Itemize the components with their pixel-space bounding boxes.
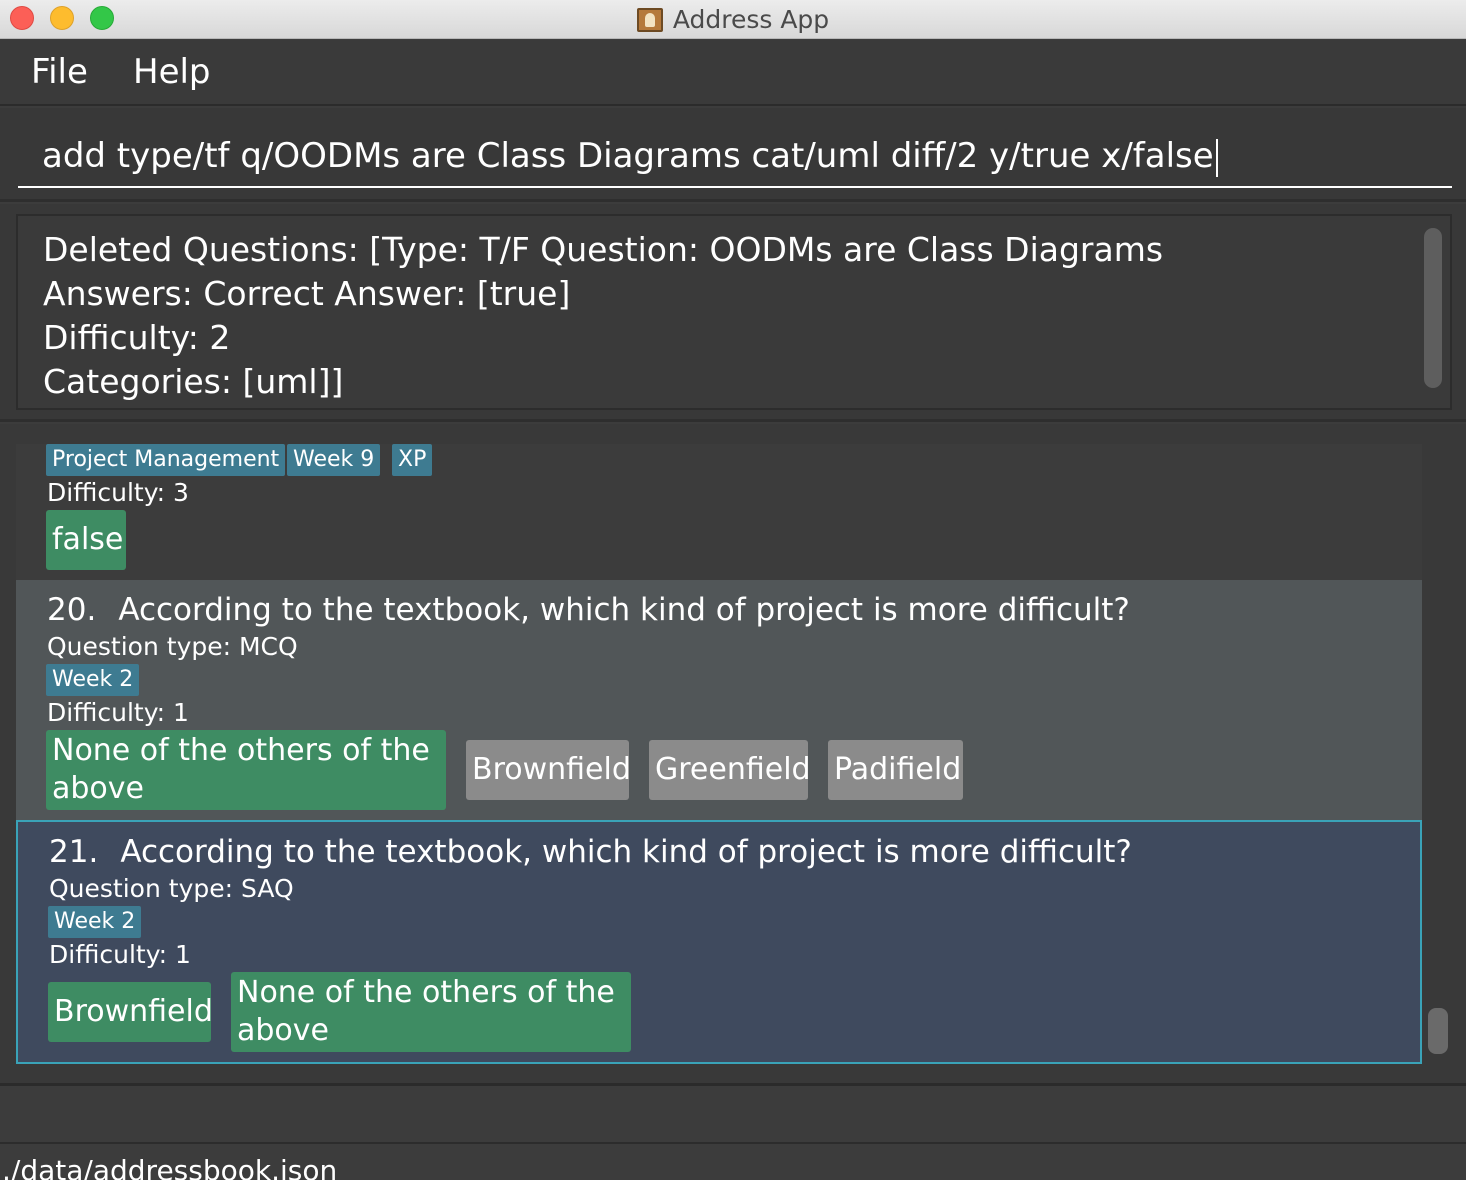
status-spacer: [0, 1086, 1466, 1144]
result-line: Difficulty: 2: [43, 318, 231, 357]
menu-file[interactable]: File: [31, 52, 88, 92]
question-number: 20.: [47, 592, 97, 628]
answer-option: Brownfield: [466, 740, 631, 800]
title-bar: Address App: [0, 0, 1466, 39]
command-text: add type/tf q/OODMs are Class Diagrams c…: [42, 136, 1214, 176]
app-window: Address App File Help add type/tf q/OODM…: [0, 0, 1466, 1180]
question-card[interactable]: Project Management Week 9 XP Difficulty:…: [16, 444, 1422, 580]
answer-option: Brownfield: [48, 982, 213, 1042]
question-number: 21.: [49, 834, 99, 870]
answer-option: false: [46, 510, 126, 570]
category-tag: Week 2: [48, 906, 142, 938]
menu-help[interactable]: Help: [133, 52, 211, 92]
command-input[interactable]: add type/tf q/OODMs are Class Diagrams c…: [18, 126, 1452, 188]
menu-bar: File Help: [0, 40, 1466, 106]
question-card-selected[interactable]: 21. According to the textbook, which kind…: [16, 820, 1422, 1064]
question-text: According to the textbook, which kind of…: [120, 834, 1132, 870]
result-line: Categories: [uml]]: [43, 362, 344, 401]
status-bar: ./data/addressbook.json: [0, 1146, 1466, 1180]
question-difficulty: Difficulty: 3: [47, 478, 189, 507]
text-caret: [1215, 138, 1218, 177]
category-tag: Project Management: [46, 444, 286, 476]
result-scrollbar-thumb[interactable]: [1424, 228, 1442, 388]
address-book-icon: [636, 7, 663, 32]
question-difficulty: Difficulty: 1: [49, 940, 191, 969]
question-title: 20. According to the textbook, which kind…: [47, 592, 1130, 628]
answer-option: Padifield: [828, 740, 963, 800]
answer-option: None of the others of the above: [231, 972, 631, 1052]
window-title-group: Address App: [0, 0, 1466, 39]
question-list: Project Management Week 9 XP Difficulty:…: [0, 424, 1466, 1086]
list-scrollbar-thumb[interactable]: [1428, 1008, 1448, 1054]
question-title: 21. According to the textbook, which kind…: [49, 834, 1132, 870]
answer-option: None of the others of the above: [46, 730, 446, 810]
result-text: Deleted Questions: [Type: T/F Question: …: [43, 228, 1163, 404]
save-location-path: ./data/addressbook.json: [2, 1154, 338, 1180]
result-display: Deleted Questions: [Type: T/F Question: …: [0, 204, 1466, 422]
window-title: Address App: [672, 5, 830, 34]
question-type: Question type: SAQ: [49, 874, 294, 903]
question-type: Question type: MCQ: [47, 632, 298, 661]
result-line: Answers: Correct Answer: [true]: [43, 274, 571, 313]
question-card[interactable]: 20. According to the textbook, which kind…: [16, 580, 1422, 820]
category-tag: Week 9: [287, 444, 381, 476]
question-difficulty: Difficulty: 1: [47, 698, 189, 727]
question-text: According to the textbook, which kind of…: [118, 592, 1130, 628]
answer-option: Greenfield: [649, 740, 811, 800]
category-tag: Week 2: [46, 664, 140, 696]
result-line: Deleted Questions: [Type: T/F Question: …: [43, 230, 1164, 269]
category-tag: XP: [392, 444, 433, 476]
command-box: add type/tf q/OODMs are Class Diagrams c…: [0, 108, 1466, 202]
result-text-area[interactable]: Deleted Questions: [Type: T/F Question: …: [16, 214, 1452, 410]
